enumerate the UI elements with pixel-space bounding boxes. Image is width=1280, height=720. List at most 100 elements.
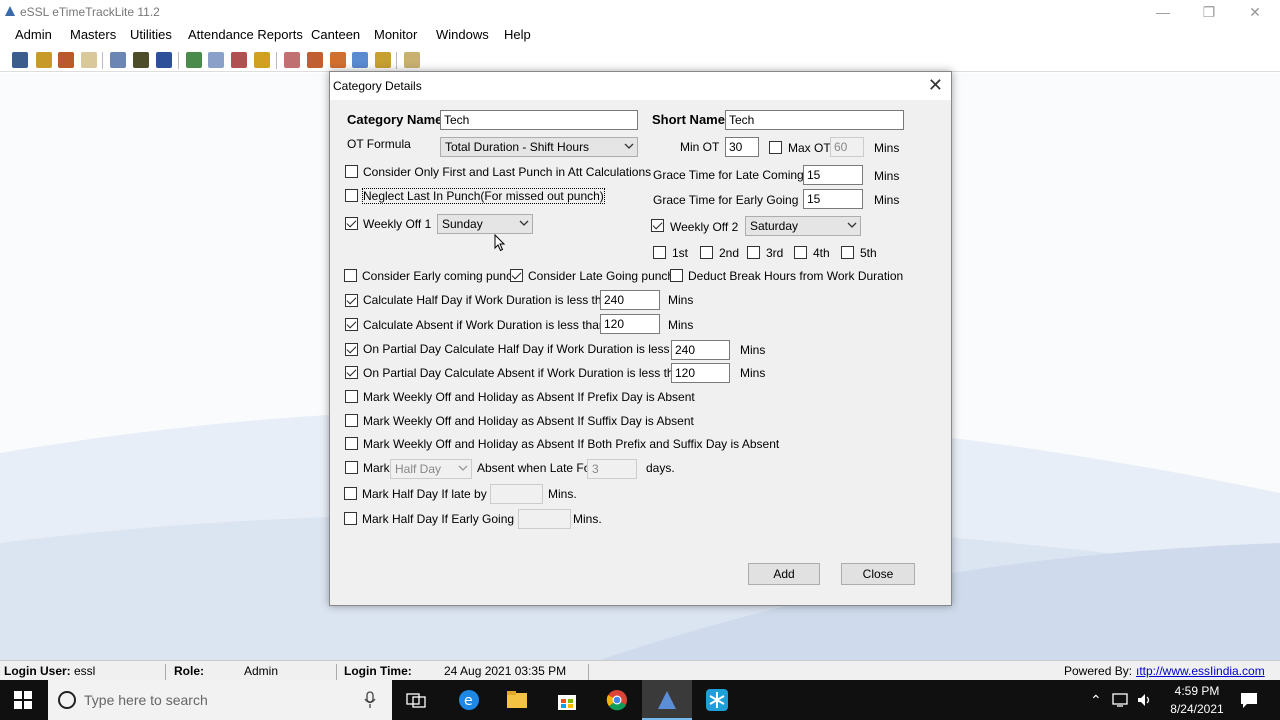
prefix-absent-checkbox[interactable] — [345, 390, 358, 403]
category-name-input[interactable]: Tech — [440, 110, 638, 130]
max-ot-mins-label: Mins — [874, 141, 900, 155]
grid-icon[interactable] — [110, 52, 126, 68]
maximize-button[interactable]: ❐ — [1186, 0, 1232, 24]
half-day-input[interactable]: 240 — [600, 290, 660, 310]
clock-time[interactable]: 4:59 PM — [1162, 684, 1232, 698]
tools-icon[interactable] — [307, 52, 323, 68]
file-explorer-icon[interactable] — [506, 690, 528, 710]
toolbar-separator — [102, 52, 103, 69]
short-name-input[interactable]: Tech — [725, 110, 904, 130]
menu-monitor[interactable]: Monitor — [374, 27, 417, 42]
weekly-off2-select[interactable]: Saturday — [745, 216, 861, 236]
users-icon[interactable] — [133, 52, 149, 68]
employee-icon[interactable] — [12, 52, 28, 68]
tray-chevron-icon[interactable]: ⌃ — [1090, 692, 1102, 709]
snowflake-app-icon[interactable] — [706, 689, 728, 711]
mark-type-select[interactable]: Half Day — [390, 459, 472, 479]
chrome-icon[interactable] — [606, 689, 628, 711]
ot-formula-value: Total Duration - Shift Hours — [445, 140, 590, 154]
link-icon[interactable] — [284, 52, 300, 68]
suffix-absent-checkbox[interactable] — [345, 414, 358, 427]
menu-utilities[interactable]: Utilities — [130, 27, 172, 42]
late-going-checkbox[interactable] — [510, 269, 523, 282]
weekly-off1-checkbox[interactable] — [345, 217, 358, 230]
menu-windows[interactable]: Windows — [436, 27, 489, 42]
neglect-last-in-checkbox[interactable] — [345, 189, 358, 202]
week-3rd-checkbox[interactable] — [747, 246, 760, 259]
store-icon[interactable] — [556, 689, 578, 711]
partial-absent-checkbox[interactable] — [345, 366, 358, 379]
network-icon[interactable] — [1112, 692, 1130, 708]
calendar-icon[interactable] — [208, 52, 224, 68]
early-coming-checkbox[interactable] — [344, 269, 357, 282]
clock-date[interactable]: 8/24/2021 — [1160, 702, 1234, 716]
ot-formula-select[interactable]: Total Duration - Shift Hours — [440, 137, 638, 157]
late-days-input[interactable]: 3 — [587, 459, 637, 479]
leave-icon[interactable] — [58, 52, 74, 68]
half-day-early-checkbox[interactable] — [344, 512, 357, 525]
printer-icon[interactable] — [81, 52, 97, 68]
task-view-icon[interactable] — [406, 692, 426, 708]
login-user-label: Login User: — [4, 664, 71, 678]
category-name-label: Category Name — [347, 112, 443, 127]
menu-masters[interactable]: Masters — [70, 27, 116, 42]
grace-late-input[interactable]: 15 — [803, 165, 863, 185]
close-window-button[interactable]: ✕ — [1232, 0, 1278, 24]
partial-half-input[interactable]: 240 — [671, 340, 730, 360]
dialog-close-icon[interactable]: ✕ — [928, 75, 943, 95]
folder-icon[interactable] — [404, 52, 420, 68]
half-day-late-input[interactable] — [490, 484, 543, 504]
powered-by-link[interactable]: ıttp://www.essIindia.com — [1136, 664, 1265, 678]
taskbar-search-box[interactable]: Type here to search — [48, 680, 392, 720]
max-ot-checkbox[interactable] — [769, 141, 782, 154]
key-icon[interactable] — [36, 52, 52, 68]
report-icon[interactable] — [231, 52, 247, 68]
max-ot-input[interactable]: 60 — [830, 137, 864, 157]
sync-icon[interactable] — [375, 52, 391, 68]
week-1st-checkbox[interactable] — [653, 246, 666, 259]
export-icon[interactable] — [254, 52, 270, 68]
edge-browser-icon[interactable]: e — [458, 689, 480, 711]
deduct-break-checkbox[interactable] — [670, 269, 683, 282]
menu-canteen[interactable]: Canteen — [311, 27, 360, 42]
windows-start-icon[interactable] — [14, 691, 32, 709]
days-label: days. — [646, 461, 675, 475]
half-day-early-input[interactable] — [518, 509, 571, 529]
weekly-off2-label: Weekly Off 2 — [670, 220, 739, 234]
close-button[interactable]: Close — [841, 563, 915, 585]
menu-admin[interactable]: Admin — [15, 27, 52, 42]
add-button[interactable]: Add — [748, 563, 820, 585]
book-icon[interactable] — [156, 52, 172, 68]
first-last-punch-checkbox[interactable] — [345, 165, 358, 178]
settings-icon[interactable] — [330, 52, 346, 68]
half-day-late-checkbox[interactable] — [344, 487, 357, 500]
both-absent-checkbox[interactable] — [345, 437, 358, 450]
partial-half-checkbox[interactable] — [345, 343, 358, 356]
partial-absent-input[interactable]: 120 — [671, 363, 730, 383]
menu-help[interactable]: Help — [504, 27, 531, 42]
min-ot-label: Min OT — [680, 140, 720, 154]
device-icon[interactable] — [352, 52, 368, 68]
half-day-checkbox[interactable] — [345, 294, 358, 307]
week-3rd-label: 3rd — [766, 246, 784, 260]
upload-icon[interactable] — [186, 52, 202, 68]
grace-early-input[interactable]: 15 — [803, 189, 863, 209]
week-4th-checkbox[interactable] — [794, 246, 807, 259]
grace-late-mins-label: Mins — [874, 169, 900, 183]
week-5th-checkbox[interactable] — [841, 246, 854, 259]
absent-checkbox[interactable] — [345, 318, 358, 331]
mark-late-checkbox[interactable] — [345, 461, 358, 474]
min-ot-input[interactable]: 30 — [725, 137, 759, 157]
weekly-off2-value: Saturday — [750, 219, 799, 233]
absent-input[interactable]: 120 — [600, 314, 660, 334]
partial-absent-label: On Partial Day Calculate Absent if Work … — [363, 366, 687, 380]
notification-icon[interactable] — [1240, 691, 1258, 709]
weekly-off1-select[interactable]: Sunday — [437, 214, 533, 234]
volume-icon[interactable] — [1137, 692, 1153, 708]
etimetrack-taskbar-button[interactable] — [642, 680, 692, 720]
menu-attendance-reports[interactable]: Attendance Reports — [188, 27, 303, 42]
minimize-button[interactable]: — — [1140, 0, 1186, 24]
weekly-off2-checkbox[interactable] — [651, 219, 664, 232]
microphone-icon[interactable] — [364, 691, 376, 709]
week-2nd-checkbox[interactable] — [700, 246, 713, 259]
